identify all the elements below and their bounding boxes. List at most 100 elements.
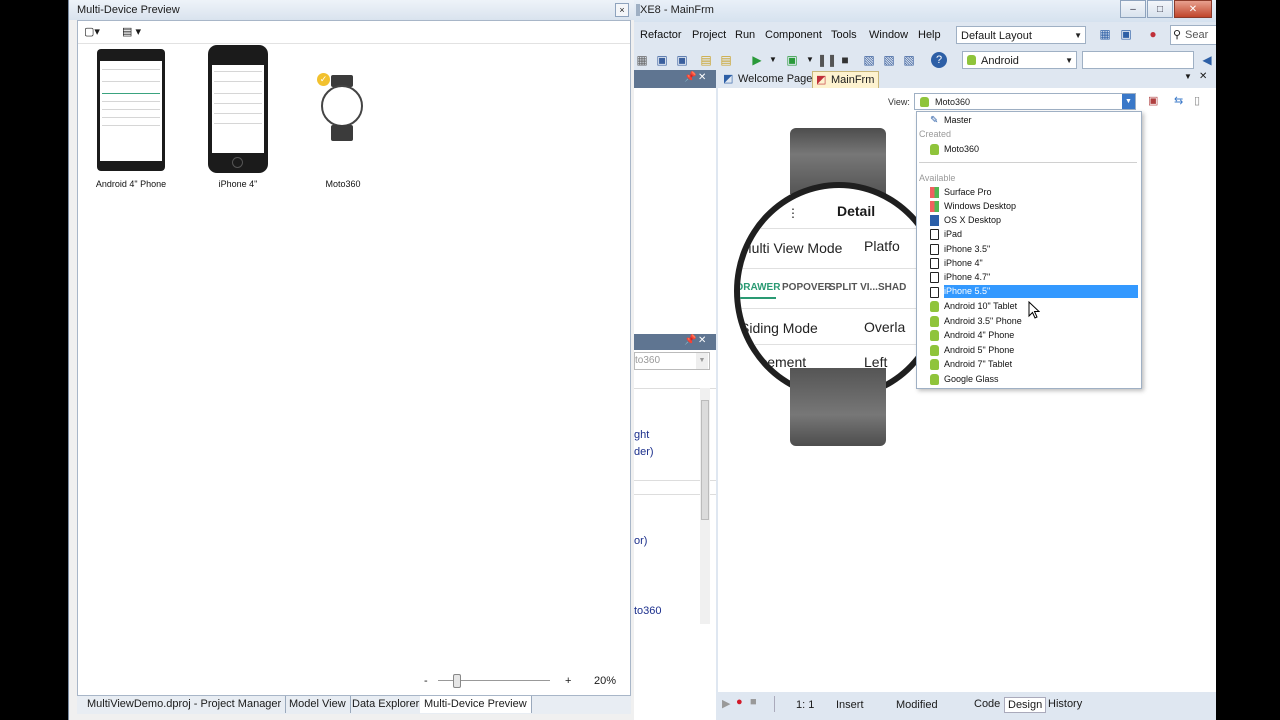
run-icon[interactable]: ▶ bbox=[749, 52, 765, 68]
scrollbar-thumb[interactable] bbox=[701, 400, 709, 520]
tab-mainfrm[interactable]: ◩ MainFrm bbox=[812, 71, 880, 88]
dropdown-item-android-5-phone[interactable]: Android 5" Phone bbox=[944, 344, 1014, 357]
property-value[interactable]: der) bbox=[634, 446, 654, 458]
open-project-icon[interactable]: ▤ bbox=[698, 52, 714, 68]
run-without-debug-icon[interactable]: ▣ bbox=[784, 52, 800, 68]
property-value[interactable]: ght bbox=[634, 429, 649, 441]
pause-icon[interactable]: ❚❚ bbox=[817, 52, 837, 68]
pin-icon[interactable]: 📌 bbox=[684, 335, 696, 346]
tab-popover[interactable]: POPOVER bbox=[782, 282, 831, 293]
tab-list-icon[interactable]: ▼ bbox=[1184, 72, 1192, 81]
zoom-out-button[interactable]: - bbox=[424, 675, 428, 687]
save-icon[interactable]: ▣ bbox=[654, 52, 670, 68]
android-phone-preview[interactable] bbox=[97, 49, 165, 171]
close-icon[interactable]: ✕ bbox=[1174, 0, 1212, 18]
menu-tools[interactable]: Tools bbox=[831, 29, 857, 41]
dropdown-item-windows-desktop[interactable]: Windows Desktop bbox=[944, 200, 1016, 213]
search-input[interactable]: ⚲ Sear bbox=[1170, 25, 1218, 45]
dropdown-item-moto360[interactable]: Moto360 bbox=[944, 143, 979, 156]
config-combo[interactable] bbox=[1082, 51, 1194, 69]
minimize-icon[interactable]: – bbox=[1120, 0, 1146, 18]
layout-options-icon[interactable]: ▣ bbox=[1118, 26, 1134, 42]
toolbar-grip-icon[interactable]: ▦ bbox=[634, 52, 650, 68]
dropdown-item-surface-pro[interactable]: Surface Pro bbox=[944, 186, 992, 199]
close-icon[interactable]: × bbox=[615, 3, 629, 17]
device-icon[interactable]: ▯ bbox=[1194, 94, 1200, 107]
chevron-down-icon[interactable]: ▼ bbox=[696, 353, 708, 369]
menu-component[interactable]: Component bbox=[765, 29, 822, 41]
step-over-icon[interactable]: ▧ bbox=[861, 52, 877, 68]
object-selector[interactable]: to360 ▼ bbox=[634, 352, 710, 370]
maximize-icon[interactable]: □ bbox=[1147, 0, 1173, 18]
trace-line-icon[interactable]: ▧ bbox=[901, 52, 917, 68]
tab-code[interactable]: Code bbox=[970, 697, 1004, 711]
view-dropdown-list: ✎ Master Created Moto360 Available Surfa… bbox=[916, 111, 1142, 389]
tab-multi-device-preview[interactable]: Multi-Device Preview bbox=[420, 696, 532, 713]
dropdown-item-android-7-tablet[interactable]: Android 7" Tablet bbox=[944, 358, 1012, 371]
scrollbar[interactable] bbox=[700, 388, 710, 624]
tab-drawer[interactable]: DRAWER bbox=[740, 282, 780, 293]
dropdown-item-iphone-5-5[interactable]: iPhone 5.5" bbox=[944, 285, 1138, 298]
tab-split-view[interactable]: SPLIT VI... bbox=[829, 282, 878, 293]
play-macro-icon[interactable]: ▶ bbox=[722, 697, 730, 710]
zoom-slider-thumb[interactable] bbox=[453, 674, 461, 688]
menu-project[interactable]: Project bbox=[692, 29, 726, 41]
dropdown-item-android-3-5-phone[interactable]: Android 3.5" Phone bbox=[944, 315, 1022, 328]
pin-icon[interactable]: 📌 bbox=[684, 72, 696, 83]
tab-history[interactable]: History bbox=[1044, 697, 1086, 711]
close-icon[interactable]: ✕ bbox=[698, 335, 706, 346]
dropdown-item-android-10-tablet[interactable]: Android 10" Tablet bbox=[944, 300, 1017, 313]
remove-view-icon[interactable]: ▣ bbox=[1148, 94, 1158, 107]
sync-views-icon[interactable]: ⇆ bbox=[1174, 94, 1183, 107]
dropdown-item-iphone-3-5[interactable]: iPhone 3.5" bbox=[944, 243, 990, 256]
menu-refactor[interactable]: Refactor bbox=[640, 29, 682, 41]
back-arrow-icon[interactable]: ◀ bbox=[1199, 52, 1215, 68]
layout-icon[interactable]: ▤ ▾ bbox=[122, 25, 148, 39]
platform-combo[interactable]: Android ▼ bbox=[962, 51, 1077, 69]
dropdown-item-ipad[interactable]: iPad bbox=[944, 228, 962, 241]
dropdown-item-master[interactable]: Master bbox=[944, 114, 972, 127]
close-icon[interactable]: ✕ bbox=[1199, 71, 1207, 82]
dropdown-item-iphone-4[interactable]: iPhone 4" bbox=[944, 257, 983, 270]
siding-mode-value[interactable]: Overla bbox=[864, 319, 905, 335]
stop-macro-icon[interactable]: ■ bbox=[750, 696, 757, 708]
run-without-debug-dropdown-icon[interactable]: ▼ bbox=[802, 52, 818, 68]
tab-project-manager[interactable]: MultiViewDemo.dproj - Project Manager bbox=[83, 696, 287, 713]
trace-into-icon[interactable]: ▧ bbox=[881, 52, 897, 68]
dropdown-item-osx-desktop[interactable]: OS X Desktop bbox=[944, 214, 1001, 227]
iphone-preview[interactable] bbox=[208, 45, 268, 173]
layout-save-icon[interactable]: ▦ bbox=[1097, 26, 1113, 42]
moto360-preview[interactable]: ✓ bbox=[317, 73, 363, 141]
close-icon[interactable]: ✕ bbox=[698, 72, 706, 83]
dropdown-item-iphone-4-7[interactable]: iPhone 4.7" bbox=[944, 271, 990, 284]
add-file-icon[interactable]: ▤ bbox=[718, 52, 734, 68]
help-icon[interactable]: ? bbox=[931, 52, 947, 68]
chevron-down-icon[interactable]: ▼ bbox=[1122, 94, 1135, 109]
record-macro-icon[interactable]: ● bbox=[736, 696, 743, 708]
menu-window[interactable]: Window bbox=[869, 29, 908, 41]
menu-help[interactable]: Help bbox=[918, 29, 941, 41]
dropdown-item-android-4-phone[interactable]: Android 4" Phone bbox=[944, 329, 1014, 342]
save-all-icon[interactable]: ▣ bbox=[674, 52, 690, 68]
view-combo[interactable]: Moto360 ▼ bbox=[914, 93, 1136, 110]
device-select-icon[interactable]: ▢▾ bbox=[84, 25, 104, 39]
tab-welcome-page[interactable]: ◩ Welcome Page bbox=[720, 71, 816, 88]
multi-view-mode-value[interactable]: Platfo bbox=[864, 238, 900, 254]
reset-icon[interactable]: ■ bbox=[837, 52, 853, 68]
property-value[interactable]: or) bbox=[634, 535, 647, 547]
tab-model-view[interactable]: Model View bbox=[285, 696, 351, 713]
tab-design[interactable]: Design bbox=[1004, 697, 1047, 713]
menu-run[interactable]: Run bbox=[735, 29, 755, 41]
tab-shadow[interactable]: SHAD bbox=[878, 282, 906, 293]
stop-icon[interactable]: ● bbox=[1145, 26, 1161, 42]
zoom-in-button[interactable]: + bbox=[565, 675, 571, 687]
property-value[interactable]: to360 bbox=[634, 605, 662, 617]
more-icon[interactable]: ⋮ bbox=[787, 206, 799, 220]
tab-data-explorer[interactable]: Data Explorer bbox=[348, 696, 425, 713]
object-inspector-header: 📌 ✕ bbox=[634, 334, 716, 350]
dropdown-item-google-glass[interactable]: Google Glass bbox=[944, 373, 999, 386]
ide-title-bar[interactable]: XE8 - MainFrm – □ ✕ bbox=[634, 0, 1216, 22]
layout-combo[interactable]: Default Layout ▼ bbox=[956, 26, 1086, 44]
run-dropdown-icon[interactable]: ▼ bbox=[765, 52, 781, 68]
preview-title-bar[interactable]: Multi-Device Preview × bbox=[69, 0, 635, 20]
